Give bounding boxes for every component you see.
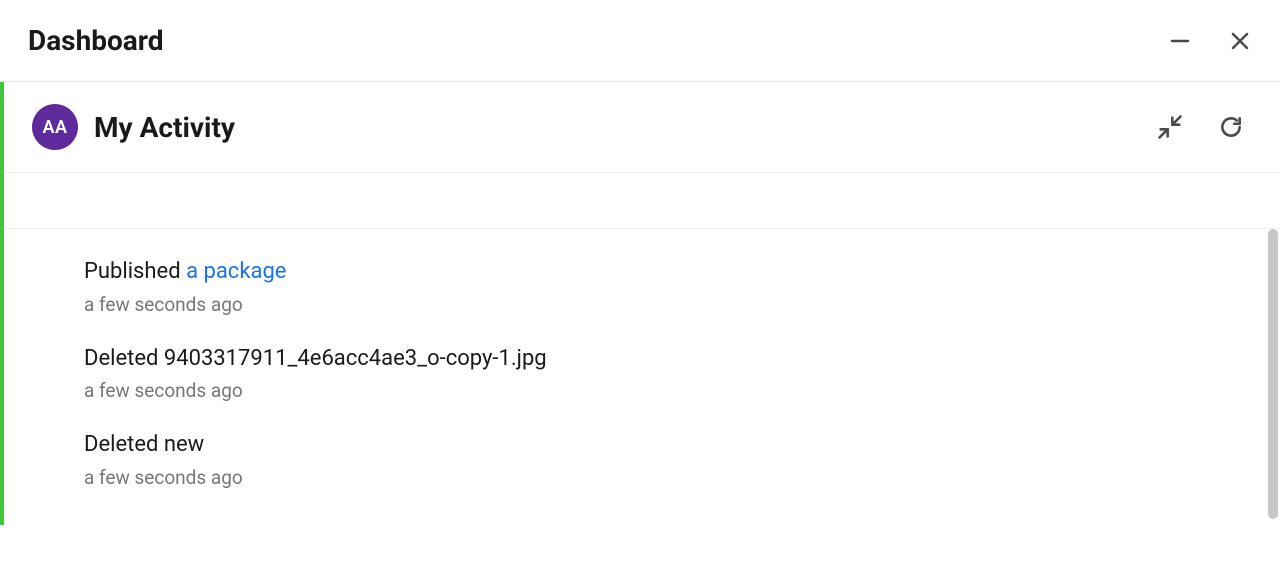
activity-prefix: Published xyxy=(84,259,186,284)
avatar: AA xyxy=(32,104,78,150)
activity-prefix: Deleted 9403317911_4e6acc4ae3_o-copy-1.j… xyxy=(84,346,547,371)
refresh-icon xyxy=(1218,114,1244,140)
activity-item: Deleted new a few seconds ago xyxy=(84,430,1200,489)
activity-item: Published a package a few seconds ago xyxy=(84,257,1200,316)
activity-prefix: Deleted new xyxy=(84,432,204,457)
panel-controls xyxy=(1156,113,1244,141)
close-icon xyxy=(1228,29,1252,53)
scrollbar-thumb[interactable] xyxy=(1268,229,1278,519)
panel-title-group: AA My Activity xyxy=(32,104,235,150)
minimize-button[interactable] xyxy=(1168,29,1192,53)
panel-spacer xyxy=(4,173,1280,229)
activity-item: Deleted 9403317911_4e6acc4ae3_o-copy-1.j… xyxy=(84,344,1200,403)
activity-time: a few seconds ago xyxy=(84,379,1200,402)
activity-list: Published a package a few seconds ago De… xyxy=(4,229,1280,529)
panel-title: My Activity xyxy=(94,111,235,144)
activity-time: a few seconds ago xyxy=(84,466,1200,489)
activity-text: Deleted new xyxy=(84,430,1200,460)
panel-header: AA My Activity xyxy=(4,82,1280,173)
refresh-button[interactable] xyxy=(1218,114,1244,140)
panel-body: Published a package a few seconds ago De… xyxy=(4,173,1280,525)
activity-panel: AA My Activity xyxy=(0,82,1280,525)
minimize-icon xyxy=(1168,29,1192,53)
close-button[interactable] xyxy=(1228,29,1252,53)
collapse-icon xyxy=(1156,113,1184,141)
activity-link[interactable]: a package xyxy=(186,259,286,284)
dashboard-header: Dashboard xyxy=(0,0,1280,82)
activity-time: a few seconds ago xyxy=(84,293,1200,316)
page-title: Dashboard xyxy=(28,24,164,57)
collapse-button[interactable] xyxy=(1156,113,1184,141)
header-controls xyxy=(1168,29,1252,53)
activity-text: Deleted 9403317911_4e6acc4ae3_o-copy-1.j… xyxy=(84,344,1200,374)
activity-text: Published a package xyxy=(84,257,1200,287)
